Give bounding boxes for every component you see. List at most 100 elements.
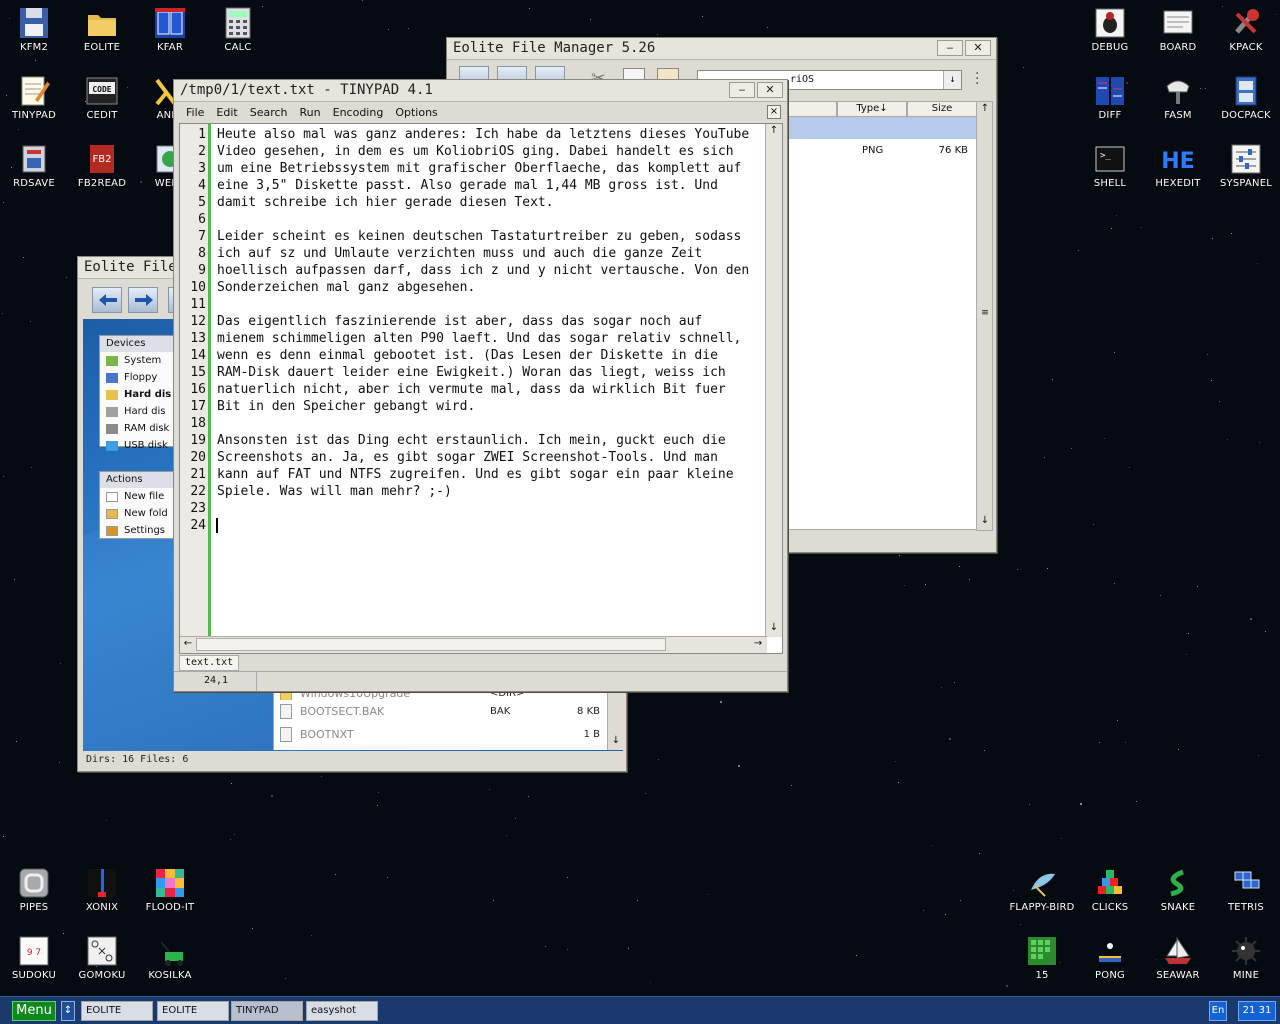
close-file-button[interactable]: ×: [767, 105, 781, 119]
desktop-icon-calc[interactable]: CALC: [204, 6, 272, 53]
desktop-icon-15[interactable]: 15: [1008, 934, 1076, 981]
file-list-back-scrollbar[interactable]: ↓: [607, 692, 623, 750]
close-button[interactable]: ✕: [757, 82, 783, 98]
desktop-icon-tinypad[interactable]: TINYPAD: [0, 74, 68, 121]
desktop-icon-flappy-bird[interactable]: FLAPPY-BIRD: [1008, 866, 1076, 913]
editor-text-area[interactable]: Heute also mal was ganz anderes: Ich hab…: [213, 124, 765, 637]
text-line[interactable]: RAM-Disk dauert leider eine Ewigkeit.) W…: [213, 364, 765, 381]
scroll-up-icon[interactable]: ↑: [977, 102, 993, 118]
text-line[interactable]: Video gesehen, in dem es um KoliobriOS g…: [213, 143, 765, 160]
menu-options[interactable]: Options: [395, 106, 437, 119]
file-list-back[interactable]: Windows10Upgrade <DIR> BOOTSECT.BAK BAK 8 KB…: [273, 686, 623, 750]
action-item[interactable]: New file: [100, 488, 174, 505]
table-row[interactable]: BOOTNXT 1 B: [274, 723, 623, 746]
desktop-icon-snake[interactable]: SNAKE: [1144, 866, 1212, 913]
taskbar-item-tinypad[interactable]: TINYPAD: [231, 1001, 303, 1021]
text-line[interactable]: eine 3,5" Diskette passt. Also gerade ma…: [213, 177, 765, 194]
desktop-icon-seawar[interactable]: SEAWAR: [1144, 934, 1212, 981]
text-line[interactable]: Sonderzeichen mal ganz abgesehen.: [213, 279, 765, 296]
text-line[interactable]: Leider scheint es keinen deutschen Tasta…: [213, 228, 765, 245]
swap-icon[interactable]: ↕: [61, 1001, 75, 1021]
menu-run[interactable]: Run: [300, 106, 321, 119]
scroll-down-icon[interactable]: ↓: [977, 514, 993, 530]
text-line[interactable]: Bit in den Speicher gebangt wird.: [213, 398, 765, 415]
desktop-icon-fb2read[interactable]: FB2 FB2READ: [68, 142, 136, 189]
file-list[interactable]: PNG 76 KB: [787, 117, 977, 530]
text-line[interactable]: ich auf sz und Umlaute verzichten muss u…: [213, 245, 765, 262]
desktop-icon-fasm[interactable]: FASM: [1144, 74, 1212, 121]
desktop-icon-debug[interactable]: DEBUG: [1076, 6, 1144, 53]
desktop-icon-syspanel[interactable]: SYSPANEL: [1212, 142, 1280, 189]
tab-text-txt[interactable]: text.txt: [179, 655, 240, 671]
text-line[interactable]: [213, 296, 765, 313]
back-button[interactable]: [92, 287, 122, 313]
desktop-icon-clicks[interactable]: CLICKS: [1076, 866, 1144, 913]
scroll-down-icon[interactable]: ↓: [608, 734, 624, 750]
desktop-icon-tetris[interactable]: TETRIS: [1212, 866, 1280, 913]
column-type[interactable]: Type↓: [837, 101, 907, 117]
scroll-thumb[interactable]: [196, 638, 666, 651]
text-line[interactable]: Spiele. Was will man mehr? ;-): [213, 483, 765, 500]
text-line[interactable]: Ansonsten ist das Ding echt erstaunlich.…: [213, 432, 765, 449]
text-line[interactable]: mienem schimmeligen alten P90 laeft. Und…: [213, 330, 765, 347]
scroll-grip-icon[interactable]: ≡: [977, 306, 993, 322]
text-line[interactable]: [213, 211, 765, 228]
desktop-icon-diff[interactable]: DIFF: [1076, 74, 1144, 121]
taskbar-item-eolite[interactable]: EOLITE: [81, 1001, 153, 1021]
desktop-icon-kfar[interactable]: KFAR: [136, 6, 204, 53]
text-line[interactable]: [213, 517, 765, 534]
scroll-down-icon[interactable]: ↓: [766, 621, 782, 637]
desktop-icon-shell[interactable]: >_ SHELL: [1076, 142, 1144, 189]
minimize-button[interactable]: ‒: [937, 40, 963, 56]
table-row[interactable]: PNG 76 KB: [788, 139, 976, 161]
text-line[interactable]: Screenshots an. Ja, es gibt sogar ZWEI S…: [213, 449, 765, 466]
desktop-icon-eolite[interactable]: EOLITE: [68, 6, 136, 53]
text-line[interactable]: Das eigentlich faszinierende ist aber, d…: [213, 313, 765, 330]
menu-button[interactable]: Menu: [12, 1001, 56, 1021]
desktop-icon-board[interactable]: BOARD: [1144, 6, 1212, 53]
action-item[interactable]: Settings: [100, 522, 174, 539]
desktop-icon-gomoku[interactable]: GOMOKU: [68, 934, 136, 981]
taskbar-item-eolite[interactable]: EOLITE: [157, 1001, 229, 1021]
text-line[interactable]: damit schreibe ich hier gerade diesen Te…: [213, 194, 765, 211]
text-line[interactable]: Heute also mal was ganz anderes: Ich hab…: [213, 126, 765, 143]
text-line[interactable]: wenn es denn einmal gebootet ist. (Das L…: [213, 347, 765, 364]
column-size[interactable]: Size: [907, 101, 977, 117]
scroll-right-icon[interactable]: →: [750, 637, 766, 653]
table-row[interactable]: BOOTSECT.BAK BAK 8 KB: [274, 700, 623, 723]
menu-encoding[interactable]: Encoding: [333, 106, 384, 119]
desktop-icon-pong[interactable]: PONG: [1076, 934, 1144, 981]
more-menu-icon[interactable]: · · ·: [975, 67, 979, 91]
text-line[interactable]: [213, 415, 765, 432]
device-item[interactable]: USB disk: [100, 437, 174, 454]
text-line[interactable]: um eine Betriebssystem mit grafischer Ob…: [213, 160, 765, 177]
editor-vertical-scrollbar[interactable]: ↑ ↓: [765, 124, 782, 637]
desktop-icon-docpack[interactable]: DOCPACK: [1212, 74, 1280, 121]
desktop-icon-kfm2[interactable]: KFM2: [0, 6, 68, 53]
desktop-icon-xonix[interactable]: XONIX: [68, 866, 136, 913]
device-item[interactable]: Hard dis: [100, 403, 174, 420]
desktop-icon-flood-it[interactable]: FLOOD-IT: [136, 866, 204, 913]
scroll-left-icon[interactable]: ←: [180, 637, 196, 653]
file-list-scrollbar[interactable]: ↑ ≡ ↓: [976, 101, 993, 531]
tinypad-titlebar[interactable]: /tmp0/1/text.txt - TINYPAD 4.1 ‒ ✕: [174, 80, 787, 102]
desktop-icon-hexedit[interactable]: HE HEXEDIT: [1144, 142, 1212, 189]
tinypad-window[interactable]: /tmp0/1/text.txt - TINYPAD 4.1 ‒ ✕ File E…: [173, 79, 788, 692]
file-manager-titlebar[interactable]: Eolite File Manager 5.26 ‒ ✕: [447, 38, 996, 60]
scroll-up-icon[interactable]: ↑: [766, 124, 782, 140]
text-line[interactable]: [213, 500, 765, 517]
desktop-icon-sudoku[interactable]: 9 7 SUDOKU: [0, 934, 68, 981]
close-button[interactable]: ✕: [965, 40, 991, 56]
desktop-icon-cedit[interactable]: CODE CEDIT: [68, 74, 136, 121]
device-item[interactable]: Hard dis: [100, 386, 174, 403]
desktop-icon-kosilka[interactable]: KOSILKA: [136, 934, 204, 981]
text-line[interactable]: hoellisch aufpassen darf, dass ich z und…: [213, 262, 765, 279]
taskbar-item-easyshot[interactable]: easyshot: [306, 1001, 378, 1021]
selected-row[interactable]: [788, 117, 976, 139]
device-item[interactable]: Floppy: [100, 369, 174, 386]
desktop-icon-pipes[interactable]: PIPES: [0, 866, 68, 913]
minimize-button[interactable]: ‒: [729, 82, 755, 98]
device-item[interactable]: RAM disk: [100, 420, 174, 437]
desktop-icon-mine[interactable]: MINE: [1212, 934, 1280, 981]
menu-search[interactable]: Search: [250, 106, 288, 119]
